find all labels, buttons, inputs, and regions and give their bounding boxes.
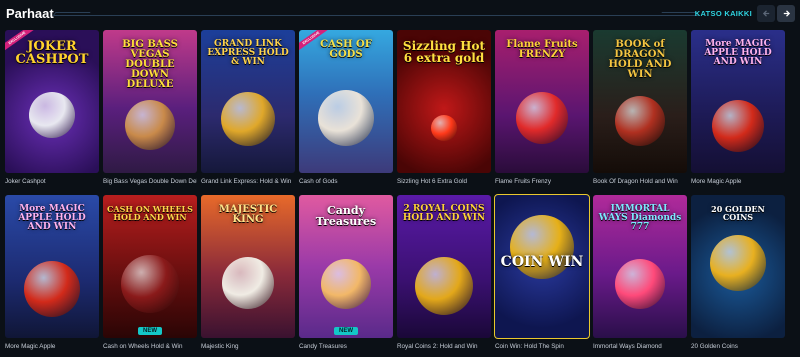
game-thumbnail[interactable]: MAJESTIC KING: [201, 195, 295, 338]
game-thumbnail[interactable]: 2 ROYAL COINS HOLD AND WIN: [397, 195, 491, 338]
game-artwork: [615, 259, 665, 309]
game-artwork: [24, 261, 80, 317]
game-logo: CASH ON WHEELS HOLD AND WIN: [107, 204, 193, 222]
game-tile[interactable]: JOKER CASHPOT EXCLUSIVE Joker Cashpot: [5, 30, 99, 190]
game-tile[interactable]: More MAGIC APPLE HOLD AND WIN More Magic …: [5, 195, 99, 355]
section-title: Parhaat: [6, 6, 54, 21]
game-title[interactable]: Book Of Dragon Hold and Win: [593, 178, 687, 185]
game-artwork: [222, 257, 274, 309]
game-artwork: [125, 100, 175, 150]
game-thumbnail[interactable]: More MAGIC APPLE HOLD AND WIN: [5, 195, 99, 338]
game-tile[interactable]: Candy Treasures NEW Candy Treasures: [299, 195, 393, 355]
game-logo: BOOK of DRAGON HOLD AND WIN: [608, 39, 672, 80]
game-artwork: [29, 92, 75, 138]
game-logo: Flame Fruits FRENZY: [506, 39, 578, 60]
game-tile[interactable]: Sizzling Hot 6 extra gold Sizzling Hot 6 …: [397, 30, 491, 190]
game-logo: COIN WIN: [500, 254, 584, 270]
game-thumbnail[interactable]: 20 GOLDEN COINS: [691, 195, 785, 338]
game-tile[interactable]: 2 ROYAL COINS HOLD AND WIN Royal Coins 2:…: [397, 195, 491, 355]
game-title[interactable]: More Magic Apple: [691, 178, 785, 185]
game-artwork: [415, 257, 473, 315]
game-logo: Sizzling Hot 6 extra gold: [402, 39, 486, 65]
header-divider: [54, 15, 698, 16]
game-title[interactable]: Big Bass Vegas Double Down Deluxe: [103, 178, 197, 185]
game-title[interactable]: Majestic King: [201, 343, 295, 350]
game-logo: GRAND LINK EXPRESS HOLD & WIN: [207, 39, 289, 67]
game-thumbnail[interactable]: GRAND LINK EXPRESS HOLD & WIN: [201, 30, 295, 173]
game-thumbnail[interactable]: CASH ON WHEELS HOLD AND WIN NEW: [103, 195, 197, 338]
game-title[interactable]: Cash on Wheels Hold & Win: [103, 343, 197, 350]
game-title[interactable]: Grand Link Express: Hold & Win: [201, 178, 295, 185]
game-tile[interactable]: GRAND LINK EXPRESS HOLD & WIN Grand Link …: [201, 30, 295, 190]
game-artwork: [516, 92, 568, 144]
game-logo: BIG BASS VEGAS DOUBLE DOWN DELUXE: [122, 39, 178, 90]
new-badge: NEW: [334, 327, 358, 335]
arrow-left-icon: [762, 10, 769, 17]
game-title[interactable]: More Magic Apple: [5, 343, 99, 350]
game-title[interactable]: 20 Golden Coins: [691, 343, 785, 350]
game-logo: Candy Treasures: [315, 204, 377, 228]
game-tile[interactable]: 20 GOLDEN COINS 20 Golden Coins: [691, 195, 785, 355]
game-tile[interactable]: BOOK of DRAGON HOLD AND WIN Book Of Drago…: [593, 30, 687, 190]
carousel-next-button[interactable]: [777, 5, 795, 22]
game-thumbnail[interactable]: BIG BASS VEGAS DOUBLE DOWN DELUXE: [103, 30, 197, 173]
game-artwork: [321, 259, 371, 309]
game-thumbnail[interactable]: IMMORTAL WAYS Diamonds 777: [593, 195, 687, 338]
game-thumbnail[interactable]: Flame Fruits FRENZY: [495, 30, 589, 173]
game-logo: JOKER CASHPOT: [15, 39, 89, 67]
game-artwork: [712, 100, 764, 152]
game-title[interactable]: Candy Treasures: [299, 343, 393, 350]
game-logo: 2 ROYAL COINS HOLD AND WIN: [402, 204, 486, 223]
see-all-link[interactable]: KATSO KAIKKI: [695, 9, 752, 18]
carousel-prev-button[interactable]: [757, 5, 775, 22]
game-tile[interactable]: More MAGIC APPLE HOLD AND WIN More Magic …: [691, 30, 785, 190]
arrow-right-icon: [783, 10, 790, 17]
game-thumbnail[interactable]: BOOK of DRAGON HOLD AND WIN: [593, 30, 687, 173]
new-badge: NEW: [138, 327, 162, 335]
game-logo: More MAGIC APPLE HOLD AND WIN: [704, 39, 772, 67]
game-title[interactable]: Sizzling Hot 6 Extra Gold: [397, 178, 491, 185]
game-logo: MAJESTIC KING: [218, 204, 278, 225]
game-artwork: [121, 255, 179, 313]
game-artwork: [710, 235, 766, 291]
game-artwork: [431, 115, 457, 141]
game-tile[interactable]: BIG BASS VEGAS DOUBLE DOWN DELUXE Big Bas…: [103, 30, 197, 190]
game-thumbnail[interactable]: Sizzling Hot 6 extra gold: [397, 30, 491, 173]
game-logo: 20 GOLDEN COINS: [711, 204, 765, 222]
game-logo: More MAGIC APPLE HOLD AND WIN: [18, 204, 86, 232]
game-logo: IMMORTAL WAYS Diamonds 777: [598, 204, 682, 232]
game-tile[interactable]: Flame Fruits FRENZY Flame Fruits Frenzy: [495, 30, 589, 190]
game-artwork: [221, 92, 275, 146]
game-logo: CASH OF GODS: [320, 39, 372, 60]
game-title[interactable]: Coin Win: Hold The Spin: [495, 343, 589, 350]
game-title[interactable]: Joker Cashpot: [5, 178, 99, 185]
game-title[interactable]: Immortal Ways Diamond: [593, 343, 687, 350]
section-header: Parhaat KATSO KAIKKI: [0, 0, 800, 26]
game-thumbnail[interactable]: Candy Treasures NEW: [299, 195, 393, 338]
game-artwork: [318, 90, 374, 146]
game-tile[interactable]: CASH OF GODS EXCLUSIVE Cash of Gods: [299, 30, 393, 190]
game-thumbnail[interactable]: More MAGIC APPLE HOLD AND WIN: [691, 30, 785, 173]
game-thumbnail[interactable]: JOKER CASHPOT EXCLUSIVE: [5, 30, 99, 173]
game-thumbnail[interactable]: CASH OF GODS EXCLUSIVE: [299, 30, 393, 173]
game-title[interactable]: Royal Coins 2: Hold and Win: [397, 343, 491, 350]
game-artwork: [615, 96, 665, 146]
game-tile[interactable]: COIN WIN Coin Win: Hold The Spin: [494, 194, 590, 355]
game-title[interactable]: Cash of Gods: [299, 178, 393, 185]
game-title[interactable]: Flame Fruits Frenzy: [495, 178, 589, 185]
game-tile[interactable]: IMMORTAL WAYS Diamonds 777 Immortal Ways …: [593, 195, 687, 355]
game-tile[interactable]: MAJESTIC KING Majestic King: [201, 195, 295, 355]
game-tile[interactable]: CASH ON WHEELS HOLD AND WIN NEW Cash on Wh…: [103, 195, 197, 355]
game-thumbnail[interactable]: COIN WIN: [494, 194, 590, 339]
